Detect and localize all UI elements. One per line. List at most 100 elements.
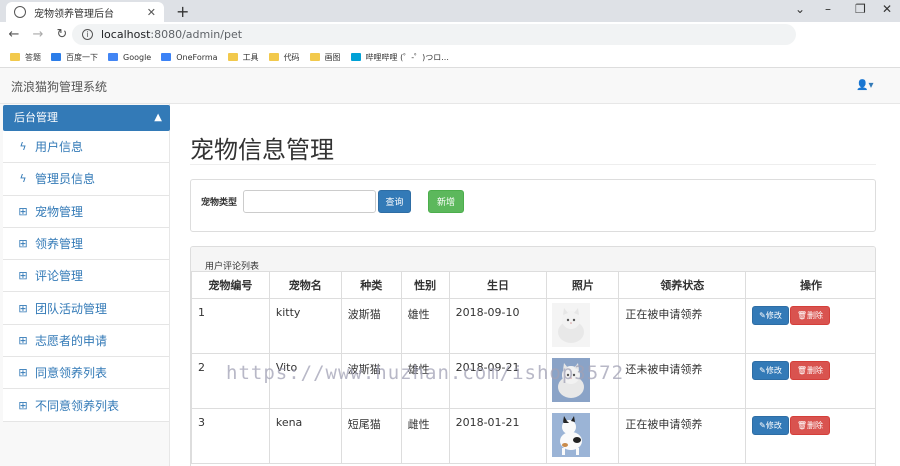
bookmark-icon xyxy=(108,53,118,61)
action-group: ✎修改 🗑删除 xyxy=(752,361,870,380)
bookmark-label: 答题 xyxy=(25,52,41,62)
sidebar-item[interactable]: ⊞ 评论管理 xyxy=(3,260,169,293)
sidebar-item[interactable]: ⊞ 同意领养列表 xyxy=(3,357,169,390)
bookmark-item[interactable]: 百度一下 xyxy=(51,52,98,63)
bookmark-label: 画图 xyxy=(324,52,341,62)
sidebar-item-label: 管理员信息 xyxy=(35,172,96,187)
edit-button[interactable]: ✎修改 xyxy=(752,361,789,380)
close-window-button[interactable]: ✕ xyxy=(882,2,892,16)
bookmark-item[interactable]: 工具 xyxy=(227,52,259,63)
chevron-up-icon[interactable]: ▲ xyxy=(154,105,162,131)
sidebar-item-label: 宠物管理 xyxy=(35,204,84,219)
sidebar-item-label: 志愿者的申请 xyxy=(35,333,108,348)
table-header-row: 宠物编号 宠物名 种类 性别 生日 照片 领养状态 操作 xyxy=(191,271,875,299)
bookmark-label: 工具 xyxy=(242,52,259,62)
cell-species: 波斯猫 xyxy=(340,298,402,354)
cell-status: 还未被申请领养 xyxy=(618,353,747,409)
browser-tab-bar: 宠物领养管理后台 ✕ + ⌄ – ❐ ✕ xyxy=(0,0,900,22)
query-button[interactable]: 查询 xyxy=(378,190,411,213)
column-header: 宠物名 xyxy=(268,271,342,299)
cell-actions: ✎修改 🗑删除 xyxy=(745,408,875,464)
cell-id: 3 xyxy=(191,408,270,464)
sidebar-item-label: 同意领养列表 xyxy=(35,366,108,381)
main-content: 宠物信息管理 宠物类型 查询 新增 用户评论列表 宠物编号 宠物名 种类 性别 生日 照片… xyxy=(171,104,900,466)
sidebar-item-label: 不同意领养列表 xyxy=(35,398,120,413)
pet-type-input[interactable] xyxy=(243,190,376,213)
table-heading: 用户评论列表 xyxy=(191,247,875,272)
edit-button[interactable]: ✎修改 xyxy=(752,416,789,435)
minimize-button[interactable]: – xyxy=(825,2,831,16)
sidebar-item[interactable]: ⊞ 领养管理 xyxy=(3,227,169,261)
maximize-button[interactable]: ❐ xyxy=(855,2,866,16)
bolt-icon: ϟ xyxy=(19,140,27,154)
new-tab-button[interactable]: + xyxy=(176,2,189,21)
column-header: 宠物编号 xyxy=(191,271,270,299)
sidebar-menu: ϟ 用户信息 ϟ 管理员信息 ⊞ 宠物管理 ⊞ 领养管理 ⊞ 评论管理 ⊞ 团队活动管理 ⊞ 志愿者的申请… xyxy=(3,131,169,422)
edit-button[interactable]: ✎修改 xyxy=(752,306,789,325)
reload-button[interactable]: ↻ xyxy=(52,27,72,42)
cell-name: kitty xyxy=(268,298,342,354)
chevron-down-icon[interactable]: ⌄ xyxy=(795,2,805,16)
bookmark-item[interactable]: 画图 xyxy=(309,52,341,63)
cell-actions: ✎修改 🗑删除 xyxy=(745,353,875,409)
column-header: 种类 xyxy=(340,271,402,299)
bookmark-item[interactable]: 哔哩哔哩 (゜-゜)つロ... xyxy=(350,52,449,63)
cell-gender: 雄性 xyxy=(400,298,450,354)
bolt-icon: ϟ xyxy=(19,172,27,186)
sidebar-item[interactable]: ϟ 用户信息 xyxy=(3,131,169,164)
column-header: 照片 xyxy=(546,271,620,299)
sitemap-icon: ⊞ xyxy=(18,301,28,315)
user-menu[interactable]: 👤▾ xyxy=(856,80,873,91)
bookmark-label: 哔哩哔哩 (゜-゜)つロ... xyxy=(365,52,449,62)
sidebar-item[interactable]: ⊞ 团队活动管理 xyxy=(3,292,169,325)
bookmark-label: 代码 xyxy=(283,52,300,62)
bookmark-icon xyxy=(10,53,20,61)
filter-panel: 宠物类型 查询 新增 xyxy=(190,179,876,232)
sitemap-icon: ⊞ xyxy=(18,366,28,380)
delete-button[interactable]: 🗑删除 xyxy=(789,361,830,380)
divider xyxy=(190,164,876,165)
bookmark-label: 百度一下 xyxy=(66,52,98,62)
sidebar-item[interactable]: ⊞ 志愿者的申请 xyxy=(3,324,169,358)
address-bar: ← → ↻ i localhost:8080/admin/pet ⇪ ☆ ▣ ⋮ xyxy=(0,22,900,63)
add-button[interactable]: 新增 xyxy=(428,190,464,213)
info-icon[interactable]: i xyxy=(82,29,93,40)
sidebar-item[interactable]: ⊞ 不同意领养列表 xyxy=(3,389,169,422)
bookmark-item[interactable]: OneForma xyxy=(161,53,218,62)
bookmark-item[interactable]: 代码 xyxy=(268,52,300,63)
app-brand[interactable]: 流浪猫狗管理系统 xyxy=(11,78,107,95)
bookmark-item[interactable]: 答题 xyxy=(10,52,41,63)
forward-button[interactable]: → xyxy=(28,27,48,42)
bookmark-icon xyxy=(51,53,61,61)
column-header: 性别 xyxy=(400,271,450,299)
globe-icon xyxy=(14,6,26,18)
sitemap-icon: ⊞ xyxy=(18,333,28,347)
sidebar-item[interactable]: ⊞ 宠物管理 xyxy=(3,195,169,228)
page-title: 宠物信息管理 xyxy=(190,136,334,164)
close-tab-icon[interactable]: ✕ xyxy=(147,6,156,19)
sitemap-icon: ⊞ xyxy=(18,237,28,251)
table-panel: 用户评论列表 宠物编号 宠物名 种类 性别 生日 照片 领养状态 操作 1 kitty 波斯猫 雄性… xyxy=(190,246,876,466)
url-text: localhost:8080/admin/pet xyxy=(101,28,243,41)
cell-species: 短尾猫 xyxy=(340,408,402,464)
bookmark-icon xyxy=(161,53,172,61)
url-input[interactable]: i localhost:8080/admin/pet xyxy=(72,24,796,45)
delete-button[interactable]: 🗑删除 xyxy=(789,416,830,435)
delete-button[interactable]: 🗑删除 xyxy=(789,306,830,325)
cell-status: 正在被申请领养 xyxy=(618,298,747,354)
bookmark-item[interactable]: Google xyxy=(108,53,151,62)
sidebar-item[interactable]: ϟ 管理员信息 xyxy=(3,163,169,196)
tab-title: 宠物领养管理后台 xyxy=(34,8,114,20)
browser-tab[interactable]: 宠物领养管理后台 ✕ xyxy=(6,2,164,22)
cell-id: 1 xyxy=(191,298,270,354)
cell-photo xyxy=(546,408,620,464)
sidebar-header[interactable]: 后台管理 ▲ xyxy=(3,105,170,131)
column-header: 操作 xyxy=(745,271,875,299)
watermark: https://www.huzhan.com/ishop3572 xyxy=(226,362,625,384)
sidebar: 后台管理 ▲ ϟ 用户信息 ϟ 管理员信息 ⊞ 宠物管理 ⊞ 领养管理 ⊞ 评论管理 ⊞ 团队活动管理… xyxy=(0,104,170,466)
sidebar-item-label: 用户信息 xyxy=(35,140,84,155)
action-group: ✎修改 🗑删除 xyxy=(752,306,870,325)
back-button[interactable]: ← xyxy=(4,27,24,42)
table-row: 1 kitty 波斯猫 雄性 2018-09-10 正在被申请领养 ✎修改 🗑删除 xyxy=(191,298,875,354)
column-header: 领养状态 xyxy=(618,271,747,299)
